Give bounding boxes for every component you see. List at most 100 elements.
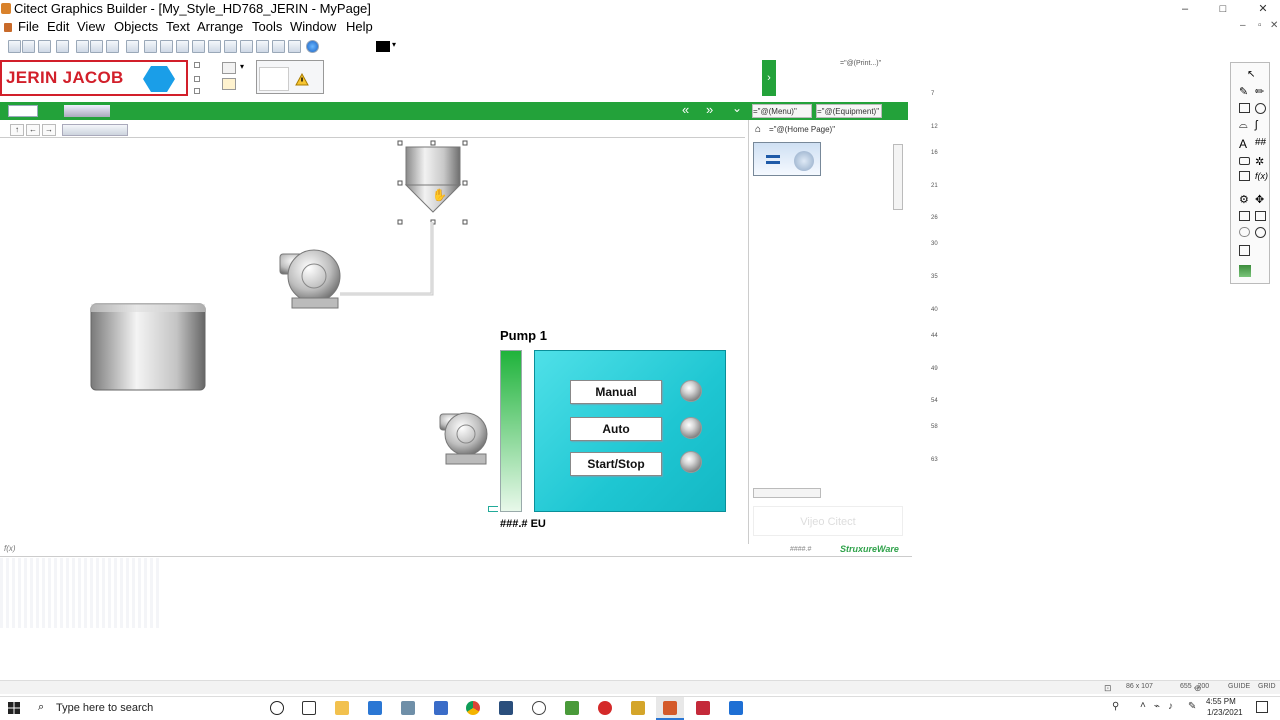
- pen-icon[interactable]: ✎: [1188, 701, 1196, 712]
- chevron-up-icon[interactable]: ˄: [1140, 700, 1146, 711]
- cut-icon[interactable]: [76, 40, 89, 53]
- tank-symbol[interactable]: [88, 300, 208, 394]
- app-icon[interactable]: [401, 701, 415, 715]
- cortana-icon[interactable]: [270, 701, 284, 715]
- rectangle-icon[interactable]: [1239, 103, 1250, 113]
- search-input[interactable]: Type here to search: [56, 702, 153, 714]
- nav-home-button[interactable]: [8, 105, 38, 117]
- up-arrow-icon[interactable]: ↑: [10, 124, 24, 136]
- tab-equipment[interactable]: ="@(Equipment)": [816, 104, 882, 118]
- nav-forward-button[interactable]: »: [706, 102, 713, 117]
- checkbox-icon[interactable]: [194, 88, 200, 94]
- activex-icon[interactable]: [1239, 245, 1250, 256]
- flip-icon[interactable]: [240, 40, 253, 53]
- slider-icon[interactable]: [1239, 227, 1250, 237]
- header-tools-widget[interactable]: ▾: [218, 58, 250, 96]
- notifications-icon[interactable]: [1256, 701, 1268, 713]
- pump-symbol[interactable]: [278, 244, 346, 310]
- menu-text[interactable]: Text: [166, 19, 190, 34]
- cicode-icon[interactable]: f(x): [1255, 171, 1268, 181]
- print-icon[interactable]: [56, 40, 69, 53]
- symbol-icon[interactable]: ✲: [1255, 155, 1264, 168]
- app-icon[interactable]: [565, 701, 579, 715]
- grid-toggle[interactable]: GRID: [1258, 683, 1276, 690]
- auto-button[interactable]: Auto: [570, 417, 662, 441]
- chrome-icon[interactable]: [466, 701, 480, 715]
- mdi-minimize-button[interactable]: –: [1240, 20, 1246, 31]
- pointer-icon[interactable]: ↖: [1247, 69, 1255, 80]
- tab-menu[interactable]: ="@(Menu)": [752, 104, 812, 118]
- volume-icon[interactable]: ♪: [1168, 701, 1173, 712]
- menu-objects[interactable]: Objects: [114, 19, 158, 34]
- genie-icon[interactable]: ⚙: [1239, 193, 1249, 206]
- checkbox-icon[interactable]: [194, 62, 200, 68]
- paste-genie-icon[interactable]: ✥: [1255, 193, 1264, 206]
- guide-toggle[interactable]: GUIDE: [1228, 683, 1250, 690]
- clock-date[interactable]: 1/23/2021: [1207, 708, 1243, 717]
- front-icon[interactable]: [176, 40, 189, 53]
- mdi-restore-button[interactable]: ▫: [1258, 20, 1262, 31]
- settings-icon[interactable]: [532, 701, 546, 715]
- grid-icon[interactable]: [256, 40, 269, 53]
- pump-symbol[interactable]: [438, 406, 492, 468]
- right-arrow-icon[interactable]: →: [42, 124, 56, 136]
- home-icon[interactable]: ⌂: [755, 124, 761, 135]
- app-icon[interactable]: [499, 701, 513, 715]
- alarm-summary-widget[interactable]: [256, 60, 324, 94]
- pencil-icon[interactable]: ✏: [1255, 85, 1264, 98]
- menu-file[interactable]: File: [18, 19, 39, 34]
- silo-symbol[interactable]: [396, 138, 470, 228]
- menu-view[interactable]: View: [77, 19, 105, 34]
- checkbox-icon[interactable]: [194, 76, 200, 82]
- task-view-icon[interactable]: [302, 701, 316, 715]
- database-icon[interactable]: [1239, 265, 1251, 277]
- graphics-builder-icon[interactable]: [663, 701, 677, 715]
- table-icon[interactable]: [1255, 211, 1266, 221]
- page-name-field[interactable]: [62, 124, 128, 136]
- save-icon[interactable]: [38, 40, 51, 53]
- align-icon[interactable]: [208, 40, 221, 53]
- vertical-scrollbar[interactable]: [893, 144, 903, 210]
- pipe-line[interactable]: [330, 220, 440, 300]
- ungroup-icon[interactable]: [160, 40, 173, 53]
- menu-help[interactable]: Help: [346, 19, 373, 34]
- color-swatch-icon[interactable]: [376, 41, 390, 52]
- chevron-down-icon[interactable]: ▾: [240, 62, 244, 71]
- network-icon[interactable]: ⌁: [1154, 701, 1160, 712]
- paste-icon[interactable]: [106, 40, 119, 53]
- app-icon[interactable]: [729, 701, 743, 715]
- home-page-link[interactable]: ="@(Home Page)": [769, 125, 835, 134]
- clock-time[interactable]: 4:55 PM: [1206, 697, 1236, 706]
- bell-icon[interactable]: [222, 78, 236, 90]
- chevron-down-icon[interactable]: ▾: [392, 40, 396, 49]
- menu-arrange[interactable]: Arrange: [197, 19, 243, 34]
- left-arrow-icon[interactable]: ←: [26, 124, 40, 136]
- snap-icon[interactable]: [288, 40, 301, 53]
- polygon-icon[interactable]: ⌓: [1239, 119, 1248, 132]
- mdi-close-button[interactable]: ✕: [1270, 20, 1278, 31]
- button-icon[interactable]: [1239, 157, 1250, 165]
- image-icon[interactable]: [1239, 211, 1250, 221]
- app-icon[interactable]: [598, 701, 612, 715]
- zoom-icon[interactable]: [272, 40, 285, 53]
- nav-dropdown-button[interactable]: ⌄: [732, 101, 742, 115]
- new-icon[interactable]: [8, 40, 21, 53]
- windows-start-icon[interactable]: [8, 702, 20, 714]
- open-icon[interactable]: [22, 40, 35, 53]
- rotate-icon[interactable]: [224, 40, 237, 53]
- undo-icon[interactable]: [126, 40, 139, 53]
- app-icon[interactable]: [434, 701, 448, 715]
- citect-studio-icon[interactable]: [368, 701, 382, 715]
- nav-page-button[interactable]: [64, 105, 110, 117]
- file-explorer-icon[interactable]: [335, 701, 349, 715]
- horizontal-scrollbar[interactable]: [753, 488, 821, 498]
- help-icon[interactable]: [306, 40, 319, 53]
- app-icon[interactable]: [696, 701, 710, 715]
- menu-window[interactable]: Window: [290, 19, 336, 34]
- print-button[interactable]: ="@(Print...)": [840, 60, 920, 68]
- nav-back-button[interactable]: «: [682, 102, 689, 117]
- trend-icon[interactable]: [1239, 171, 1250, 181]
- manual-button[interactable]: Manual: [570, 380, 662, 404]
- people-icon[interactable]: ⚲: [1112, 701, 1119, 712]
- start-stop-button[interactable]: Start/Stop: [570, 452, 662, 476]
